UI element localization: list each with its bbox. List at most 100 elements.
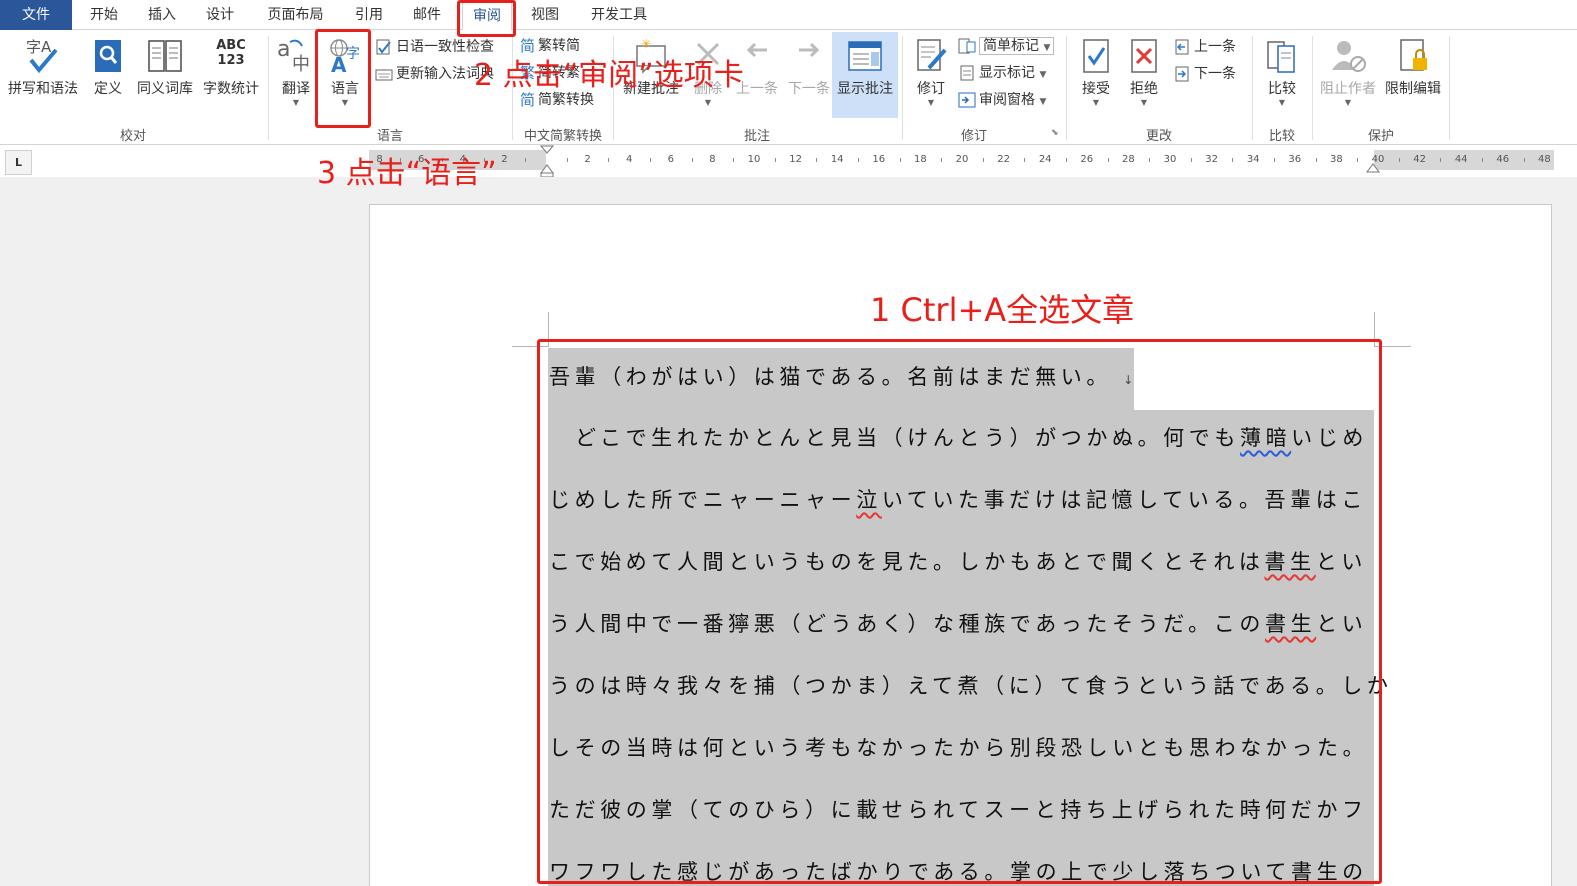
track-changes-button[interactable]: 修订 ▼ bbox=[908, 36, 954, 108]
reviewing-pane-button[interactable]: 审阅窗格 ▼ bbox=[958, 88, 1046, 112]
show-comments-button[interactable]: 显示批注 bbox=[832, 32, 898, 118]
accept-button[interactable]: 接受 ▼ bbox=[1074, 36, 1118, 108]
ruler-number: 22 bbox=[997, 154, 1010, 165]
ruler-tick bbox=[1232, 158, 1234, 162]
ruler-number: 28 bbox=[1122, 154, 1135, 165]
translate-button[interactable]: a 中 翻译 ▼ bbox=[274, 36, 318, 108]
word-count-label: 字数统计 bbox=[203, 81, 259, 97]
restrict-editing-label: 限制编辑 bbox=[1385, 81, 1441, 97]
ruler-tick bbox=[525, 158, 527, 162]
ruler-tick bbox=[941, 158, 943, 162]
tab-design[interactable]: 设计 bbox=[196, 0, 244, 30]
restrict-editing-button[interactable]: 限制编辑 bbox=[1381, 36, 1445, 98]
reviewing-pane-icon bbox=[958, 92, 976, 108]
chevron-down-icon: ▼ bbox=[1043, 43, 1051, 53]
tab-insert[interactable]: 插入 bbox=[138, 0, 186, 30]
next-change-button[interactable]: 下一条 bbox=[1173, 62, 1236, 86]
next-comment-label: 下一条 bbox=[788, 81, 830, 97]
chevron-down-icon: ▼ bbox=[1039, 97, 1047, 107]
ruler-number: 24 bbox=[1038, 154, 1052, 165]
ruler-number: 46 bbox=[1496, 154, 1510, 165]
ruler-number: 18 bbox=[914, 154, 927, 165]
ruler-tick bbox=[1024, 158, 1026, 162]
show-markup-icon bbox=[960, 65, 974, 81]
spelling-grammar-button[interactable]: 字A 拼写和语法 bbox=[4, 36, 82, 98]
group-tracking-label: 修订 bbox=[960, 129, 987, 144]
chinese-conversion-label: 简繁转换 bbox=[538, 92, 595, 108]
tab-file[interactable]: 文件 bbox=[0, 0, 72, 30]
tab-mailings[interactable]: 邮件 bbox=[403, 0, 451, 30]
chevron-down-icon: ▼ bbox=[292, 98, 300, 107]
tab-page-layout[interactable]: 页面布局 bbox=[258, 0, 333, 30]
annotation-box-language-button bbox=[315, 29, 371, 128]
indent-marker-icon[interactable] bbox=[540, 145, 554, 177]
ruler-row: L 8 6 4 2 2 4 6 8 10 12 14 16 18 20 22 24 26 28 30 32 34 36 38… bbox=[0, 145, 1577, 177]
translate-icon: a 中 bbox=[277, 37, 310, 75]
ruler-number: 44 bbox=[1454, 154, 1468, 165]
right-indent-marker-icon[interactable] bbox=[1366, 159, 1380, 173]
tab-developer[interactable]: 开发工具 bbox=[580, 0, 658, 30]
ruler-number: 14 bbox=[830, 154, 844, 165]
svg-text:✳: ✳ bbox=[641, 37, 651, 51]
ruler-tick bbox=[1523, 158, 1525, 162]
reject-button[interactable]: 拒绝 ▼ bbox=[1122, 36, 1166, 108]
restrict-editing-lock-icon bbox=[1400, 39, 1427, 71]
ribbon-tab-bar: 文件 开始 插入 设计 页面布局 引用 邮件 审阅 视图 开发工具 bbox=[0, 0, 1577, 31]
compare-label: 比较 bbox=[1268, 81, 1296, 97]
spelling-check-icon: 字A bbox=[26, 38, 58, 74]
ruler-tick bbox=[1149, 158, 1151, 162]
define-button[interactable]: 定义 bbox=[88, 36, 128, 98]
markup-display-dropdown[interactable]: 简单标记 ▼ bbox=[958, 34, 1055, 58]
compare-button[interactable]: 比较 ▼ bbox=[1260, 36, 1304, 108]
group-separator bbox=[1449, 36, 1450, 140]
show-comments-label: 显示批注 bbox=[837, 81, 893, 97]
chevron-down-icon: ▼ bbox=[1092, 98, 1100, 107]
block-authors-button[interactable]: 阻止作者 ▼ bbox=[1316, 36, 1380, 108]
markup-select[interactable]: 简单标记 ▼ bbox=[979, 37, 1055, 55]
block-authors-label: 阻止作者 bbox=[1320, 81, 1376, 97]
track-changes-label: 修订 bbox=[917, 81, 945, 97]
chevron-down-icon: ▼ bbox=[1344, 98, 1352, 107]
annotation-step-3: 3 点击“语言” bbox=[317, 156, 497, 191]
spelling-grammar-label: 拼写和语法 bbox=[8, 81, 78, 97]
compare-documents-icon bbox=[1267, 41, 1295, 73]
block-authors-icon bbox=[1332, 41, 1366, 72]
next-comment-button[interactable]: 下一条 bbox=[784, 36, 834, 98]
group-proofing-label: 校对 bbox=[119, 129, 146, 144]
group-language-label: 语言 bbox=[376, 129, 403, 144]
tab-view[interactable]: 视图 bbox=[521, 0, 569, 30]
ruler-number: 6 bbox=[667, 154, 674, 165]
ruler-number: 2 bbox=[501, 154, 508, 165]
tab-references[interactable]: 引用 bbox=[345, 0, 393, 30]
ruler-number: 34 bbox=[1246, 154, 1260, 165]
dictionary-search-icon bbox=[95, 40, 121, 72]
markup-view-icon bbox=[958, 38, 976, 54]
reject-x-icon bbox=[1131, 39, 1157, 73]
annotation-box-selection bbox=[537, 339, 1382, 884]
ruler-tick bbox=[566, 158, 568, 162]
ruler-tick bbox=[1315, 158, 1317, 162]
ruler-tick bbox=[691, 158, 693, 162]
ruler-tick bbox=[899, 158, 901, 162]
tab-stop-selector[interactable]: L bbox=[5, 150, 32, 175]
ribbon-review: 字A 拼写和语法 定义 同义词库 ABC 123 字数统计 校对 a 中 翻译 … bbox=[0, 30, 1577, 145]
previous-change-button[interactable]: 上一条 bbox=[1173, 35, 1236, 59]
thesaurus-button[interactable]: 同义词库 bbox=[133, 36, 197, 98]
svg-text:字A: 字A bbox=[26, 38, 52, 56]
group-separator bbox=[1312, 36, 1313, 140]
word-count-button[interactable]: ABC 123 字数统计 bbox=[200, 36, 262, 98]
show-markup-button[interactable]: 显示标记 ▼ bbox=[958, 61, 1046, 85]
ruler-tick bbox=[1274, 158, 1275, 162]
word-count-icon: ABC 123 bbox=[216, 38, 246, 68]
translate-label: 翻译 bbox=[282, 81, 310, 97]
chevron-down-icon: ▼ bbox=[1039, 70, 1047, 80]
dialog-launcher-icon[interactable]: ⬊ bbox=[1051, 128, 1059, 138]
annotation-step-2: 2 点击“审阅”选项卡 bbox=[474, 58, 744, 93]
previous-change-icon bbox=[1175, 39, 1189, 55]
tab-home[interactable]: 开始 bbox=[80, 0, 128, 30]
ruler-number: 16 bbox=[872, 154, 886, 165]
show-comments-icon bbox=[848, 41, 882, 71]
ruler-number: 38 bbox=[1330, 154, 1343, 165]
svg-text:a: a bbox=[277, 37, 290, 62]
group-comments-label: 批注 bbox=[743, 129, 770, 144]
